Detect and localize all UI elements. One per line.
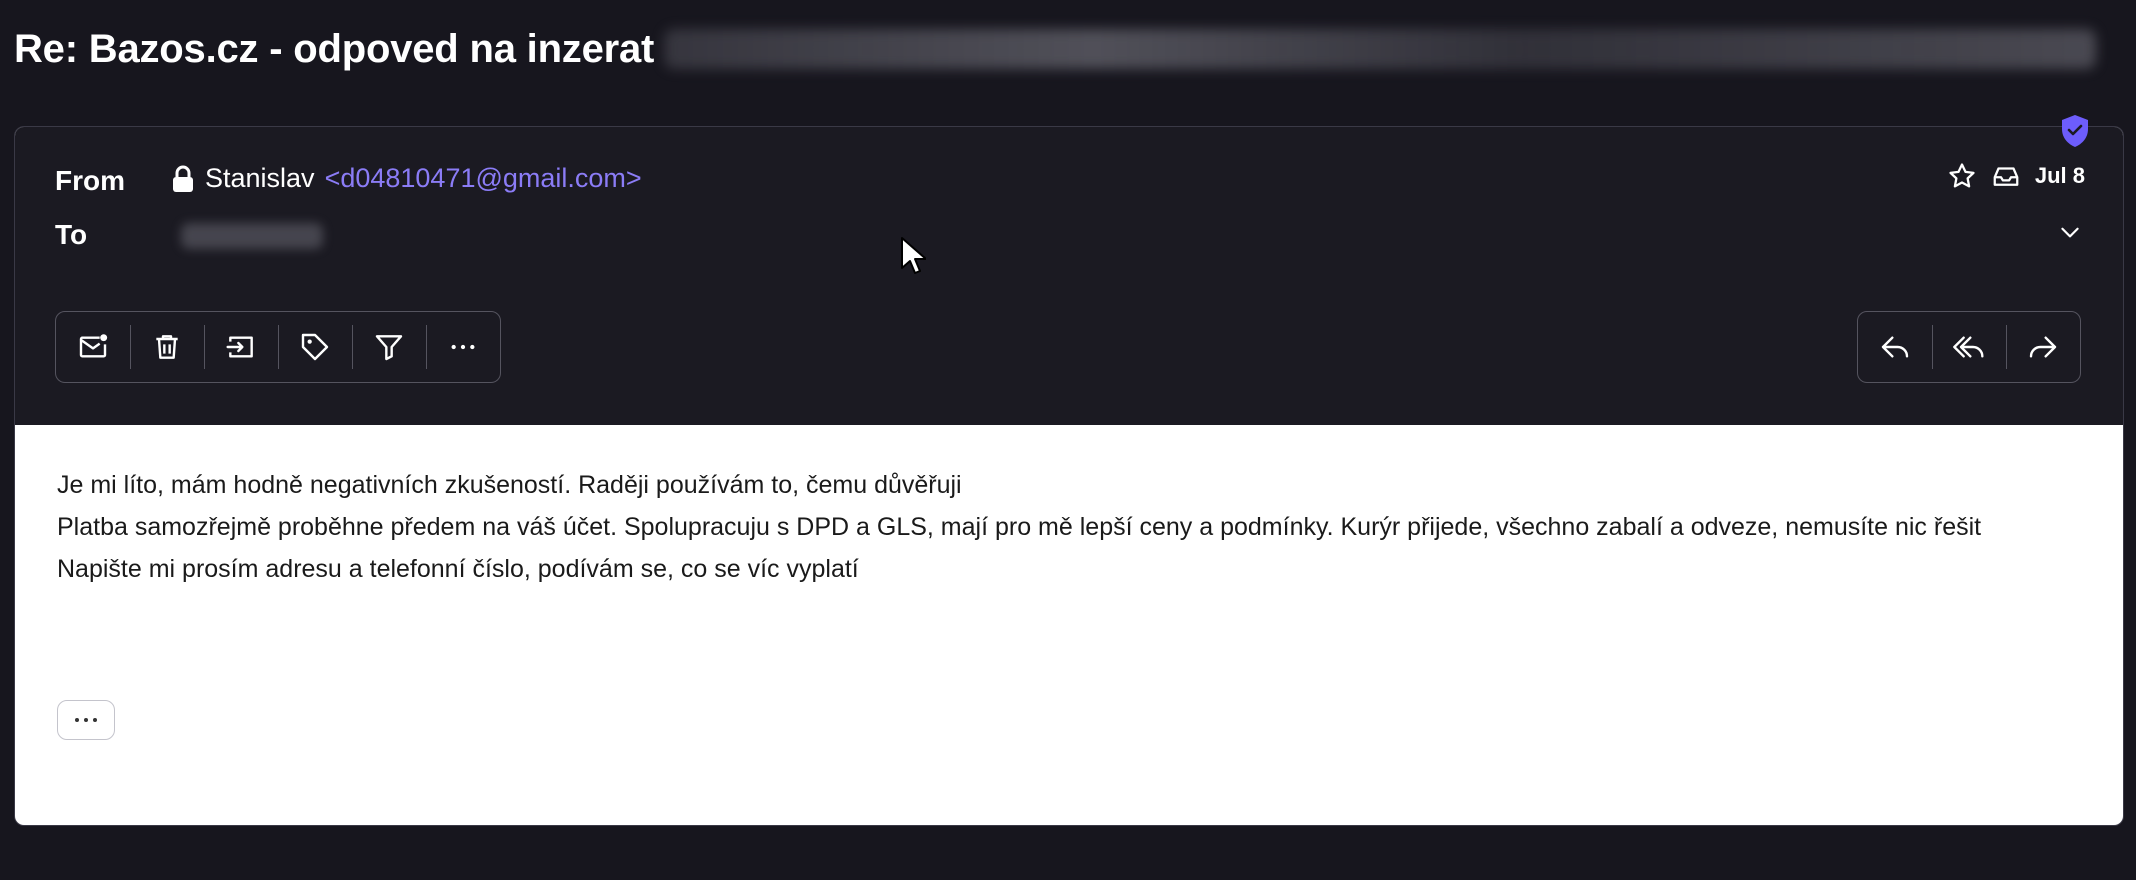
more-icon xyxy=(451,344,475,350)
subject-row: Re: Bazos.cz - odpoved na inzerat xyxy=(14,20,2097,78)
mail-unread-icon xyxy=(79,334,108,358)
body-line: Je mi líto, mám hodně negativních zkušen… xyxy=(57,471,962,499)
redacted-subject-text xyxy=(664,29,2097,69)
sender-name[interactable]: Stanislav xyxy=(205,163,315,194)
move-to-folder-icon xyxy=(226,336,253,358)
chevron-down-icon[interactable] xyxy=(2057,219,2083,245)
email-card: From To Stanislav <d04810471@gmail.com> … xyxy=(14,126,2124,826)
show-quoted-button[interactable] xyxy=(57,700,115,740)
to-label: To xyxy=(55,219,88,250)
mouse-cursor-icon xyxy=(901,237,926,274)
body-line: Napište mi prosím adresu a telefonní čís… xyxy=(57,555,859,583)
delete-button[interactable] xyxy=(130,312,204,382)
message-body: Je mi líto, mám hodně negativních zkušen… xyxy=(57,464,2057,590)
sender-email[interactable]: <d04810471@gmail.com> xyxy=(325,163,642,194)
message-actions-toolbar xyxy=(55,311,501,383)
filter-button[interactable] xyxy=(352,312,426,382)
reply-all-icon xyxy=(1953,336,1984,358)
redacted-recipient[interactable] xyxy=(181,223,323,249)
star-icon[interactable] xyxy=(1947,161,1977,191)
mark-unread-button[interactable] xyxy=(56,312,130,382)
message-meta: Jul 8 xyxy=(1947,161,2085,191)
shield-check-icon xyxy=(2062,115,2088,147)
forward-icon xyxy=(2029,336,2057,358)
label-button[interactable] xyxy=(278,312,352,382)
message-date: Jul 8 xyxy=(2034,163,2085,188)
reply-button[interactable] xyxy=(1858,312,1932,382)
inbox-icon[interactable] xyxy=(1991,161,2021,191)
sender[interactable]: Stanislav <d04810471@gmail.com> xyxy=(171,163,642,194)
forward-button[interactable] xyxy=(2006,312,2080,382)
email-header: From To Stanislav <d04810471@gmail.com> … xyxy=(15,127,2123,425)
reply-toolbar xyxy=(1857,311,2081,383)
body-line: Platba samozřejmě proběhne předem na váš… xyxy=(57,513,1982,541)
reply-icon xyxy=(1881,336,1909,358)
tag-icon xyxy=(301,333,329,361)
trash-icon xyxy=(156,335,178,359)
from-label: From xyxy=(55,165,125,196)
filter-icon xyxy=(375,335,403,361)
more-actions-button[interactable] xyxy=(426,312,500,382)
lock-icon xyxy=(173,165,193,192)
move-button[interactable] xyxy=(204,312,278,382)
reply-all-button[interactable] xyxy=(1932,312,2006,382)
more-icon xyxy=(75,718,97,722)
email-subject: Re: Bazos.cz - odpoved na inzerat xyxy=(14,26,655,71)
